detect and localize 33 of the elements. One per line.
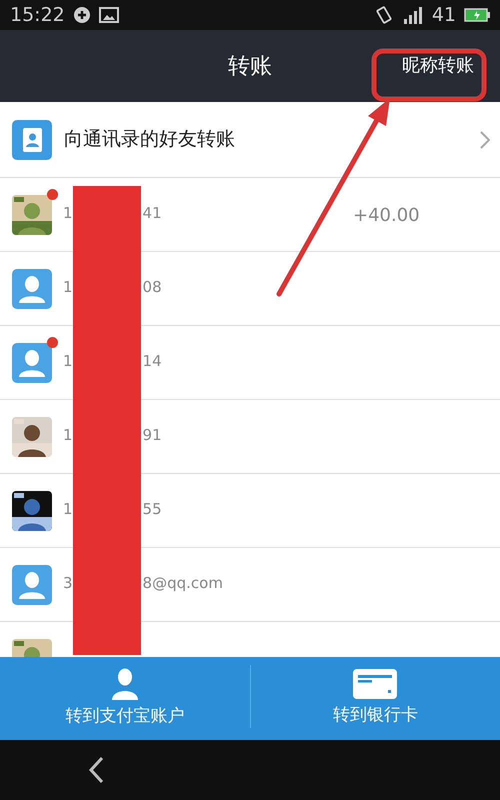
account-text: 91 [142,425,162,446]
default-avatar-icon [12,268,52,308]
transfer-button[interactable]: 转到银行卡 [250,657,500,740]
signal-icon [402,6,424,24]
chevron-right-icon [480,130,490,148]
account-text: 08 [142,277,162,298]
account-text: 1 [63,351,73,372]
amount-text: +40.00 [353,204,420,228]
page-title: 转账 [228,52,272,80]
account-text: 3 [63,573,73,594]
account-text: 14 [142,351,162,372]
account-text: 55 [142,499,162,520]
sync-icon [72,6,91,24]
nickname-transfer-link[interactable]: 昵称转账 [402,52,474,79]
back-icon[interactable] [88,756,104,784]
account-text: 1 [63,425,73,446]
account-text: 1 [63,499,73,520]
vibrate-icon [374,5,394,25]
default-avatar-icon [12,564,52,604]
person-icon [110,668,139,700]
default-avatar-icon [12,342,52,382]
battery-icon [464,8,490,22]
clock-time: 15:22 [10,2,65,28]
card-icon [353,668,398,699]
image-icon [98,7,119,23]
signal-strength-text: 41 [432,2,456,28]
account-text: 1 [63,277,73,298]
account-text: 8@qq.com [142,573,223,594]
address-book-label: 向通讯录的好友转账 [64,127,236,152]
contacts-icon [12,120,52,160]
account-text: 41 [142,203,162,224]
account-text: 1 [63,203,73,224]
transfer-button[interactable]: 转到支付宝账户 [0,657,250,740]
